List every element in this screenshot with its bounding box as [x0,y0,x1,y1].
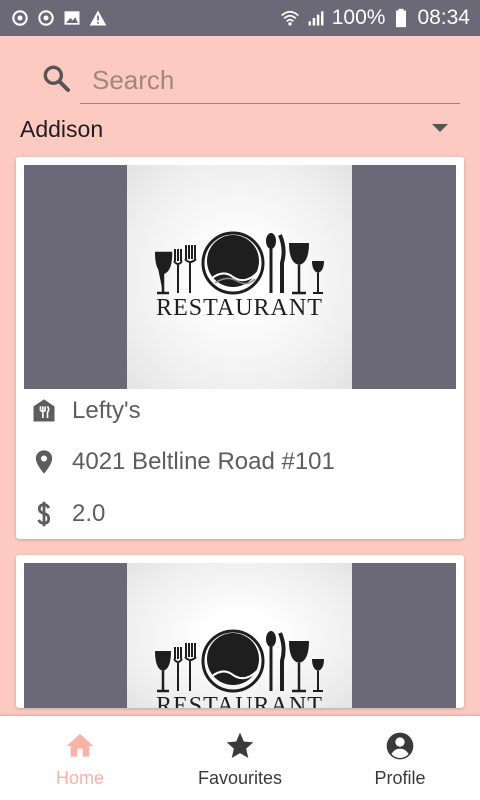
chevron-down-icon [432,124,448,132]
restaurant-card[interactable]: RESTAURANT [16,555,464,708]
location-pin-icon [35,450,53,474]
clock: 08:34 [417,6,470,29]
restaurant-address-row: 4021 Beltline Road #101 [30,442,335,482]
signal-icon [308,11,324,26]
search-icon[interactable] [40,62,72,94]
nav-profile-label: Profile [374,768,426,788]
restaurant-price: 2.0 [72,500,106,527]
nav-home[interactable]: Home [0,716,160,800]
restaurant-name-row: Lefty's [30,391,141,431]
status-bar: 100% 08:34 [0,0,480,36]
restaurant-card[interactable]: RESTAURANT Lefty's 4021 Beltline Road #1… [16,157,464,539]
image-icon [64,11,80,25]
star-icon [226,732,254,758]
dollar-icon [37,501,51,527]
restaurant-image: RESTAURANT [24,563,456,708]
battery-icon [396,8,407,28]
sync-icon [12,10,28,26]
nav-profile[interactable]: Profile [320,716,480,800]
nav-favourites-label: Favourites [197,768,283,788]
restaurant-logo: RESTAURANT [127,563,352,708]
nav-home-label: Home [55,768,104,788]
restaurant-image: RESTAURANT [24,165,456,389]
restaurant-logo: RESTAURANT [127,165,352,389]
city-dropdown[interactable]: Addison [20,112,460,148]
city-selected: Addison [20,116,104,142]
restaurant-address: 4021 Beltline Road #101 [72,448,335,475]
logo-text: RESTAURANT [156,693,323,708]
bottom-navigation: Home Favourites Profile [0,716,480,800]
restaurant-icon [33,399,55,422]
warning-icon [89,10,107,26]
battery-percent: 100% [331,6,386,29]
home-icon [66,734,94,757]
account-icon [386,732,414,760]
search-input[interactable] [80,58,460,104]
nav-favourites[interactable]: Favourites [160,716,320,800]
search-bar [40,58,460,106]
wifi-icon [280,10,299,26]
sync-icon [38,10,54,26]
restaurant-price-row: 2.0 [30,494,105,534]
restaurant-name: Lefty's [72,397,141,424]
logo-text: RESTAURANT [156,295,323,321]
